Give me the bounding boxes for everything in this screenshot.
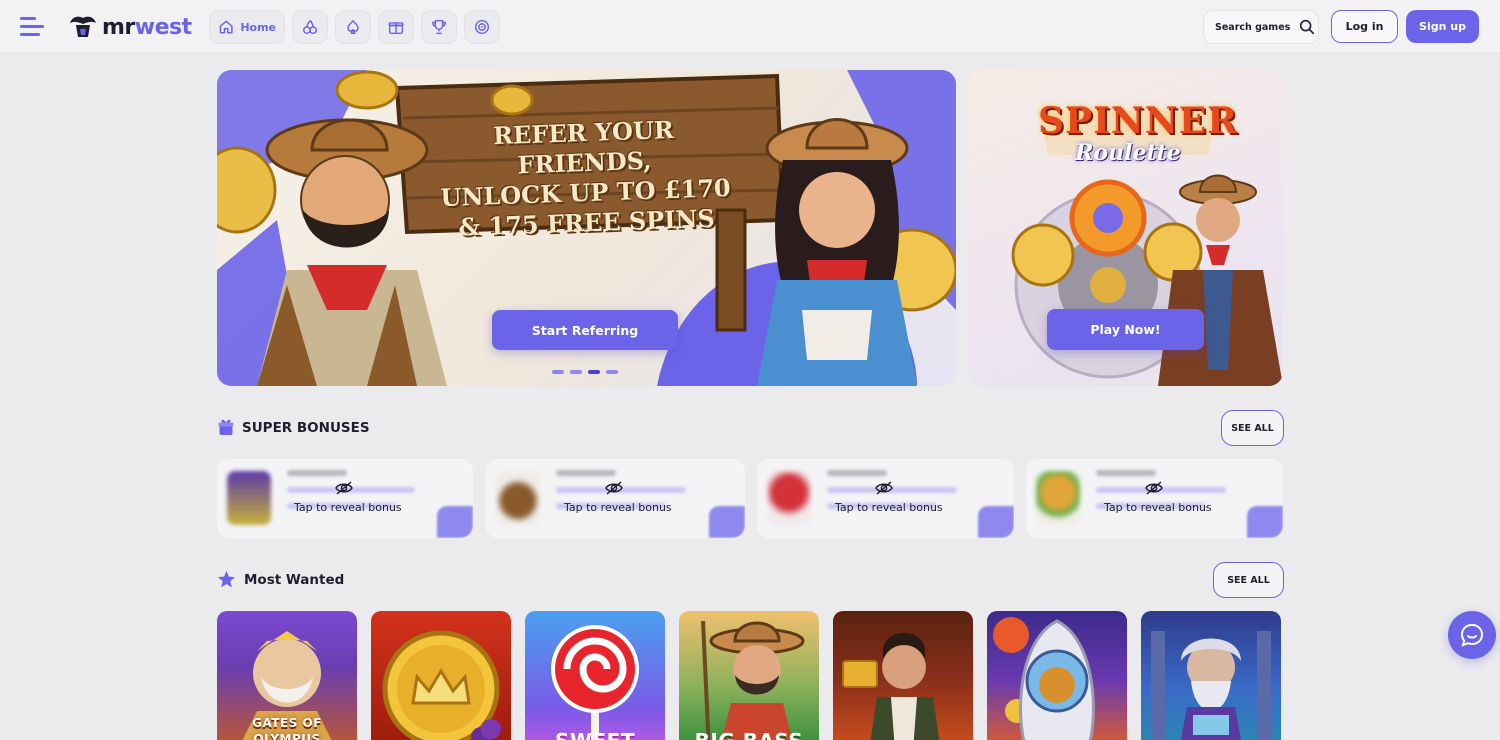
game-tile[interactable]: GATES OF OLYMPUS bbox=[217, 611, 357, 740]
nav-live-casino[interactable] bbox=[335, 10, 371, 44]
blurred-claim-button bbox=[709, 506, 745, 538]
gift-icon bbox=[388, 22, 404, 35]
bonus-card[interactable]: Tap to reveal bonus bbox=[757, 459, 1014, 538]
game-art bbox=[993, 617, 1095, 740]
start-referring-button[interactable]: Start Referring bbox=[492, 310, 678, 350]
spinner-subtitle: Roulette bbox=[1075, 140, 1181, 166]
spinner-title: SPINNER bbox=[1038, 100, 1239, 142]
reveal-bonus-label: Tap to reveal bonus bbox=[564, 501, 672, 514]
signup-button[interactable]: Sign up bbox=[1406, 10, 1479, 43]
game-art bbox=[551, 625, 639, 740]
carousel-dot[interactable] bbox=[606, 370, 618, 374]
menu-icon[interactable] bbox=[20, 17, 44, 37]
game-title: GATES OF OLYMPUS bbox=[252, 716, 322, 740]
game-tile[interactable] bbox=[987, 611, 1127, 740]
most-wanted-see-all-button[interactable]: SEE ALL bbox=[1213, 562, 1284, 598]
game-art bbox=[842, 633, 940, 740]
refer-line-1: REFER YOUR FRIENDS, bbox=[492, 114, 675, 180]
most-wanted-header: Most Wanted bbox=[217, 570, 344, 589]
refer-banner-headline: REFER YOUR FRIENDS, UNLOCK UP TO £170 & … bbox=[433, 113, 737, 243]
banner-carousel-dots bbox=[552, 370, 618, 374]
blurred-claim-button bbox=[978, 506, 1014, 538]
section-title: Most Wanted bbox=[244, 571, 345, 588]
gift-icon bbox=[218, 419, 234, 435]
game-tile[interactable]: BIG BASS bbox=[679, 611, 819, 740]
search-icon bbox=[1300, 19, 1315, 35]
nav-tournaments[interactable] bbox=[421, 10, 457, 44]
nav-home-label: Home bbox=[240, 20, 276, 34]
bonus-thumbnail bbox=[1036, 471, 1080, 525]
bonus-card[interactable]: Tap to reveal bonus bbox=[217, 459, 473, 538]
carousel-dot[interactable] bbox=[552, 370, 564, 374]
play-now-button[interactable]: Play Now! bbox=[1047, 309, 1204, 350]
home-icon bbox=[219, 20, 233, 34]
chat-icon bbox=[1460, 623, 1484, 647]
cowboy-hat-logo-icon bbox=[68, 13, 98, 41]
bonus-card[interactable]: Tap to reveal bonus bbox=[486, 459, 745, 538]
super-bonuses-see-all-button[interactable]: SEE ALL bbox=[1221, 410, 1284, 446]
bonus-card[interactable]: Tap to reveal bonus bbox=[1026, 459, 1283, 538]
bonus-thumbnail bbox=[227, 471, 271, 525]
game-title: BIG BASS bbox=[679, 729, 819, 740]
reveal-bonus-label: Tap to reveal bonus bbox=[1104, 501, 1212, 514]
eye-off-icon bbox=[605, 481, 623, 495]
spade-icon bbox=[347, 19, 359, 35]
top-header: mrwest Home Search games Log in Sign up bbox=[0, 0, 1500, 54]
spinner-roulette-banner[interactable]: SPINNER Roulette Play Now! bbox=[968, 70, 1283, 386]
game-art bbox=[1151, 631, 1271, 740]
game-art bbox=[701, 620, 805, 740]
blurred-claim-button bbox=[1247, 506, 1283, 538]
reveal-bonus-label: Tap to reveal bonus bbox=[294, 501, 402, 514]
game-tile[interactable] bbox=[1141, 611, 1281, 740]
search-label: Search games bbox=[1215, 21, 1291, 33]
bonus-thumbnail bbox=[767, 471, 811, 525]
live-chat-button[interactable] bbox=[1448, 611, 1496, 659]
search-games-button[interactable]: Search games bbox=[1203, 10, 1319, 44]
cherries-icon bbox=[302, 20, 318, 35]
nav-slots[interactable] bbox=[292, 10, 328, 44]
game-art bbox=[382, 630, 501, 740]
nav-missions[interactable] bbox=[464, 10, 500, 44]
carousel-dot-active[interactable] bbox=[588, 370, 600, 374]
super-bonuses-header: SUPER BONUSES bbox=[218, 419, 370, 436]
login-button[interactable]: Log in bbox=[1331, 10, 1398, 43]
main-nav: Home bbox=[209, 10, 500, 44]
eye-off-icon bbox=[335, 481, 353, 495]
game-tile[interactable]: SWEET bbox=[525, 611, 665, 740]
blurred-claim-button bbox=[437, 506, 473, 538]
brand-name: mrwest bbox=[102, 14, 192, 40]
target-icon bbox=[474, 19, 490, 35]
refer-friends-banner[interactable]: REFER YOUR FRIENDS, UNLOCK UP TO £170 & … bbox=[217, 70, 956, 386]
bonus-thumbnail bbox=[496, 471, 540, 525]
game-tile[interactable] bbox=[371, 611, 511, 740]
eye-off-icon bbox=[875, 481, 893, 495]
eye-off-icon bbox=[1145, 481, 1163, 495]
nav-promotions[interactable] bbox=[378, 10, 414, 44]
carousel-dot[interactable] bbox=[570, 370, 582, 374]
nav-home[interactable]: Home bbox=[209, 10, 285, 44]
blurred-text bbox=[827, 470, 887, 476]
blurred-text bbox=[287, 470, 347, 476]
trophy-icon bbox=[431, 19, 447, 35]
game-title: SWEET bbox=[525, 729, 665, 740]
blurred-text bbox=[1096, 470, 1156, 476]
star-icon bbox=[217, 570, 236, 588]
brand-logo[interactable]: mrwest bbox=[68, 11, 192, 43]
reveal-bonus-label: Tap to reveal bonus bbox=[835, 501, 943, 514]
blurred-text bbox=[556, 470, 616, 476]
section-title: SUPER BONUSES bbox=[242, 419, 370, 436]
game-tile[interactable] bbox=[833, 611, 973, 740]
